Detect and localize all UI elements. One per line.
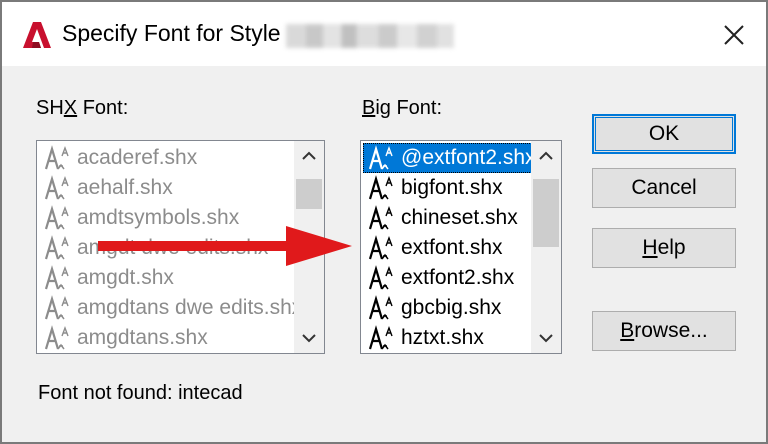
shx-font-icon: [44, 265, 69, 290]
font-file-name: extfont2.shx: [401, 266, 515, 289]
big-font-list[interactable]: @extfont2.shx bigfont.shx chineset.shx e…: [360, 140, 562, 354]
list-item[interactable]: @extfont2.shx: [363, 143, 536, 173]
font-not-found-message: Font not found: intecad: [38, 382, 243, 404]
scroll-down-button[interactable]: [294, 323, 324, 353]
list-item[interactable]: amgdt dwe edits.shx: [39, 233, 302, 263]
font-file-name: amgdt.shx: [77, 266, 174, 289]
shx-font-icon: [44, 325, 69, 350]
shx-font-icon: [368, 295, 393, 320]
redacted-style-name: [286, 24, 454, 48]
font-file-name: bigfont.shx: [401, 176, 503, 199]
list-item[interactable]: amgdt.shx: [39, 263, 302, 293]
chevron-up-icon: [539, 151, 553, 160]
font-file-name: hztxt.shx: [401, 326, 484, 349]
shx-font-icon: [44, 295, 69, 320]
font-file-name: @extfont2.shx: [401, 146, 536, 169]
list-item[interactable]: acaderef.shx: [39, 143, 302, 173]
font-file-name: gbcbig.shx: [401, 296, 502, 319]
chevron-down-icon: [302, 334, 316, 343]
autocad-logo-icon: [23, 22, 51, 48]
shx-font-icon: [368, 325, 393, 350]
help-button[interactable]: Help: [592, 228, 736, 268]
list-item[interactable]: amgdtans.shx: [39, 323, 302, 353]
big-font-scrollbar[interactable]: [531, 141, 561, 353]
shx-font-icon: [368, 265, 393, 290]
chevron-down-icon: [539, 334, 553, 343]
close-button[interactable]: [714, 16, 754, 54]
list-item[interactable]: aehalf.shx: [39, 173, 302, 203]
font-file-name: amgdt dwe edits.shx: [77, 236, 269, 259]
shx-font-icon: [368, 235, 393, 260]
dialog-title: Specify Font for Style: [62, 20, 281, 46]
scroll-up-button[interactable]: [531, 141, 561, 171]
shx-font-icon: [44, 175, 69, 200]
shx-scrollbar[interactable]: [294, 141, 324, 353]
font-file-name: acaderef.shx: [77, 146, 198, 169]
big-font-label: Big Font:: [362, 97, 443, 119]
font-file-name: extfont.shx: [401, 236, 503, 259]
shx-font-icon: [368, 145, 393, 170]
font-file-name: amgdtans dwe edits.shx: [77, 296, 303, 319]
shx-font-label: SHX Font:: [36, 97, 129, 119]
list-item[interactable]: chineset.shx: [363, 203, 536, 233]
font-file-name: aehalf.shx: [77, 176, 173, 199]
specify-font-dialog: Specify Font for Style SHX Font: acadere…: [0, 0, 768, 444]
close-icon: [724, 25, 744, 45]
scroll-up-button[interactable]: [294, 141, 324, 171]
shx-font-icon: [44, 205, 69, 230]
shx-font-icon: [44, 145, 69, 170]
list-item[interactable]: hztxt.shx: [363, 323, 536, 353]
list-item[interactable]: gbcbig.shx: [363, 293, 536, 323]
shx-font-icon: [368, 175, 393, 200]
browse-button[interactable]: Browse...: [592, 311, 736, 351]
scroll-thumb[interactable]: [296, 179, 322, 209]
list-item[interactable]: extfont2.shx: [363, 263, 536, 293]
scroll-down-button[interactable]: [531, 323, 561, 353]
font-file-name: amgdtans.shx: [77, 326, 208, 349]
font-file-name: chineset.shx: [401, 206, 518, 229]
shx-font-list[interactable]: acaderef.shx aehalf.shx amdtsymbols.shx …: [36, 140, 325, 354]
cancel-button[interactable]: Cancel: [592, 168, 736, 208]
ok-button[interactable]: OK: [592, 114, 736, 154]
list-item[interactable]: bigfont.shx: [363, 173, 536, 203]
shx-font-icon: [44, 235, 69, 260]
list-item[interactable]: amgdtans dwe edits.shx: [39, 293, 302, 323]
chevron-up-icon: [302, 151, 316, 160]
list-item[interactable]: extfont.shx: [363, 233, 536, 263]
shx-font-icon: [368, 205, 393, 230]
font-file-name: amdtsymbols.shx: [77, 206, 240, 229]
list-item[interactable]: amdtsymbols.shx: [39, 203, 302, 233]
scroll-thumb[interactable]: [533, 179, 559, 247]
title-bar: Specify Font for Style: [2, 2, 766, 66]
